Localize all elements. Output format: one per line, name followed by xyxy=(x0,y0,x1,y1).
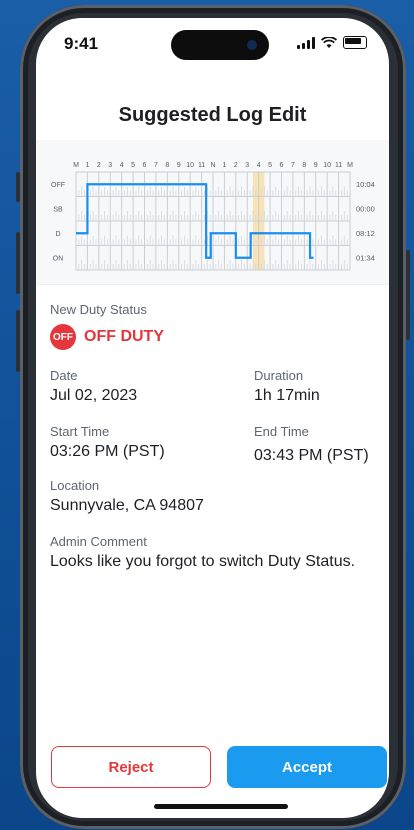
row-label: OFF xyxy=(51,182,65,189)
hour-label: 5 xyxy=(268,162,272,169)
comment-value: Looks like you forgot to switch Duty Sta… xyxy=(50,553,356,570)
hour-label: 3 xyxy=(108,162,112,169)
dynamic-island xyxy=(171,30,269,60)
hour-label: 7 xyxy=(291,162,295,169)
signal-icon xyxy=(297,36,315,49)
power-button xyxy=(406,250,410,340)
hour-label: 5 xyxy=(131,162,135,169)
battery-icon xyxy=(343,36,367,49)
home-indicator[interactable] xyxy=(154,804,288,809)
screen: 9:41 Suggested Log Edit M 1 2 3 4 5 6 7 8 9 10 11 N 1… xyxy=(36,18,389,818)
location-value: Sunnyvale, CA 94807 xyxy=(50,497,204,514)
hour-label: 10 xyxy=(186,162,194,169)
hour-label: 4 xyxy=(120,162,124,169)
row-label: ON xyxy=(53,255,64,262)
date-value: Jul 02, 2023 xyxy=(50,387,138,404)
clock: 9:41 xyxy=(64,34,99,53)
duty-status-graph: M 1 2 3 4 5 6 7 8 9 10 11 N 1 2 3 4 5 6 7 8 9 10 11 M OFF 10:04 SB 0… xyxy=(36,140,389,285)
duration-field: Duration 1h 17min xyxy=(254,368,320,405)
row-total: 01:34 xyxy=(356,253,375,262)
end-time-label: End Time xyxy=(254,424,309,439)
new-status-label: New Duty Status xyxy=(50,302,147,317)
hour-label: N xyxy=(210,162,215,169)
hour-label: 8 xyxy=(302,162,306,169)
hour-label: 9 xyxy=(177,162,181,169)
end-time-field: End Time 03:43 PM (PST) xyxy=(254,424,369,465)
hour-label: 9 xyxy=(314,162,318,169)
hour-label: M xyxy=(347,162,353,169)
date-label: Date xyxy=(50,368,78,383)
reject-button[interactable]: Reject xyxy=(51,746,211,788)
hour-label: 7 xyxy=(154,162,158,169)
row-label: SB xyxy=(53,206,63,213)
new-status-row: OFF OFF DUTY xyxy=(50,324,164,350)
row-total: 08:12 xyxy=(356,229,375,238)
hour-label: 6 xyxy=(280,162,284,169)
start-time-field: Start Time 03:26 PM (PST) xyxy=(50,424,165,461)
volume-up-button xyxy=(16,232,20,294)
location-field: Location Sunnyvale, CA 94807 xyxy=(50,478,204,515)
system-icons xyxy=(297,36,367,49)
hour-label: 1 xyxy=(85,162,89,169)
status-badge: OFF xyxy=(50,324,76,350)
hour-label: 2 xyxy=(234,162,238,169)
wifi-icon xyxy=(321,36,337,48)
duration-label: Duration xyxy=(254,368,304,383)
end-time-value: 03:43 PM (PST) xyxy=(254,447,369,464)
comment-field: Admin Comment Looks like you forgot to s… xyxy=(50,534,389,571)
date-field: Date Jul 02, 2023 xyxy=(50,368,137,405)
hour-label: 1 xyxy=(222,162,226,169)
start-time-value: 03:26 PM (PST) xyxy=(50,443,165,460)
action-bar: Reject Accept xyxy=(51,746,389,788)
status-bar: 9:41 xyxy=(36,18,389,62)
hour-label: 6 xyxy=(143,162,147,169)
hour-label: 3 xyxy=(245,162,249,169)
hour-label: M xyxy=(73,162,79,169)
status-value: OFF DUTY xyxy=(84,328,164,345)
duration-value: 1h 17min xyxy=(254,387,320,404)
hour-label: 4 xyxy=(257,162,261,169)
hour-label: 11 xyxy=(198,162,205,169)
new-status-field: New Duty Status xyxy=(50,302,147,317)
accept-button[interactable]: Accept xyxy=(227,746,387,788)
volume-down-button xyxy=(16,310,20,372)
hour-label: 11 xyxy=(335,162,342,169)
row-total: 10:04 xyxy=(356,180,375,189)
page-title: Suggested Log Edit xyxy=(118,104,307,126)
row-total: 00:00 xyxy=(356,204,375,213)
log-graph-svg: M 1 2 3 4 5 6 7 8 9 10 11 N 1 2 3 4 5 6 7 8 9 10 11 MOFF 10:04SB 0… xyxy=(51,162,375,271)
hour-label: 8 xyxy=(165,162,169,169)
comment-label: Admin Comment xyxy=(50,534,147,549)
silent-switch xyxy=(16,172,20,202)
hour-label: 10 xyxy=(323,162,331,169)
row-label: D xyxy=(55,231,60,238)
hour-label: 2 xyxy=(97,162,101,169)
location-label: Location xyxy=(50,478,100,493)
start-time-label: Start Time xyxy=(50,424,110,439)
